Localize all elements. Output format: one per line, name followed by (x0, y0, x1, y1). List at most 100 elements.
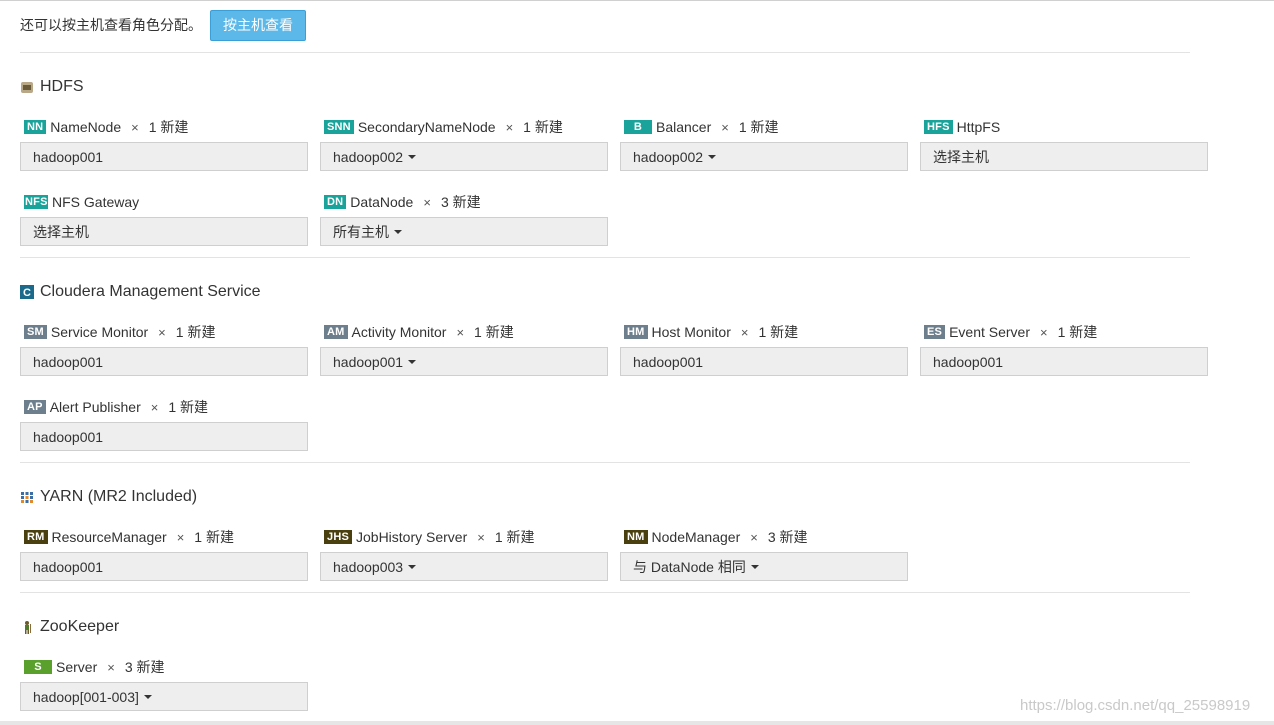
role-service-monitor: SM Service Monitor × 1 新建 (24, 323, 215, 341)
host-value: hadoop003 (333, 558, 404, 575)
host-value: 选择主机 (33, 223, 89, 240)
role-badge: DN (324, 195, 347, 209)
host-selector-datanode[interactable]: 所有主机 (320, 217, 608, 246)
role-count: 1 新建 (494, 529, 535, 545)
role-name: Balancer (656, 119, 712, 135)
host-selector-nfs-gateway[interactable]: 选择主机 (20, 217, 308, 246)
role-count: 3 新建 (440, 194, 481, 210)
role-name: Alert Publisher (49, 399, 141, 415)
remove-role-icon[interactable]: × (477, 530, 485, 545)
host-selector-httpfs[interactable]: 选择主机 (920, 142, 1208, 171)
host-value: hadoop001 (33, 428, 104, 445)
top-border (0, 0, 1274, 1)
bottom-border (0, 721, 1274, 725)
role-name: Host Monitor (651, 324, 731, 340)
role-badge: NN (24, 120, 47, 134)
view-by-host-button[interactable]: 按主机查看 (210, 9, 306, 41)
host-value: hadoop001 (633, 353, 704, 370)
host-selector-service-monitor[interactable]: hadoop001 (20, 347, 308, 376)
role-nodemanager: NM NodeManager × 3 新建 (624, 528, 808, 546)
role-badge: JHS (324, 530, 352, 544)
role-secondarynamenode: SNN SecondaryNameNode × 1 新建 (324, 118, 563, 136)
role-name: Event Server (949, 324, 1031, 340)
caret-down-icon (708, 154, 717, 159)
host-selector-resourcemanager[interactable]: hadoop001 (20, 552, 308, 581)
role-datanode: DN DataNode × 3 新建 (324, 193, 481, 211)
service-title: Cloudera Management Service (40, 283, 261, 300)
role-name: HttpFS (956, 119, 1001, 135)
role-alert-publisher: AP Alert Publisher × 1 新建 (24, 398, 208, 416)
role-name: SecondaryNameNode (357, 119, 496, 135)
remove-role-icon[interactable]: × (131, 120, 139, 135)
role-count: 1 新建 (523, 119, 563, 135)
role-badge: AP (24, 400, 46, 414)
role-balancer: B Balancer × 1 新建 (624, 118, 779, 136)
role-name: NameNode (50, 119, 122, 135)
watermark: https://blog.csdn.net/qq_25598919 (1020, 697, 1251, 714)
host-selector-event-server[interactable]: hadoop001 (920, 347, 1208, 376)
caret-down-icon (408, 359, 417, 364)
host-selector-balancer[interactable]: hadoop002 (620, 142, 908, 171)
divider (20, 592, 1190, 593)
view-by-host-hint: 还可以按主机查看角色分配。 (20, 17, 202, 33)
host-selector-jobhistory-server[interactable]: hadoop003 (320, 552, 608, 581)
host-selector-zookeeper-server[interactable]: hadoop[001-003] (20, 682, 308, 711)
role-badge: SM (24, 325, 47, 339)
role-name: Service Monitor (50, 324, 149, 340)
role-nfs-gateway: NFSG NFS Gateway (24, 193, 139, 211)
caret-down-icon (143, 694, 152, 699)
host-value: hadoop001 (33, 148, 104, 165)
host-selector-alert-publisher[interactable]: hadoop001 (20, 422, 308, 451)
role-name: JobHistory Server (356, 529, 468, 545)
remove-role-icon[interactable]: × (1040, 325, 1048, 340)
service-title: YARN (MR2 Included) (40, 488, 198, 505)
role-count: 1 新建 (194, 529, 234, 545)
caret-down-icon (394, 229, 402, 234)
role-count: 1 新建 (148, 119, 189, 135)
cloudera-icon: C (20, 285, 34, 299)
host-value: 与 DataNode 相同 (633, 558, 746, 575)
host-selector-nodemanager[interactable]: 与 DataNode 相同 (620, 552, 908, 581)
role-count: 1 新建 (738, 119, 779, 135)
role-count: 3 新建 (767, 529, 808, 545)
remove-role-icon[interactable]: × (721, 120, 729, 135)
remove-role-icon[interactable]: × (107, 660, 115, 675)
yarn-icon (20, 490, 34, 504)
host-value: hadoop001 (33, 353, 104, 370)
role-badge: NM (624, 530, 648, 544)
zookeeper-icon (20, 620, 34, 634)
host-value: hadoop002 (333, 148, 404, 165)
hdfs-icon (20, 80, 34, 94)
remove-role-icon[interactable]: × (423, 195, 431, 210)
remove-role-icon[interactable]: × (158, 325, 166, 340)
role-badge: ES (924, 325, 946, 339)
host-value: 选择主机 (933, 148, 989, 165)
caret-down-icon (408, 564, 417, 569)
role-count: 1 新建 (1057, 324, 1098, 340)
role-name: NodeManager (651, 529, 741, 545)
host-value: hadoop[001-003] (33, 688, 139, 705)
host-value: hadoop002 (633, 148, 704, 165)
host-selector-secondarynamenode[interactable]: hadoop002 (320, 142, 608, 171)
service-title: HDFS (40, 78, 84, 95)
role-badge: AM (324, 325, 348, 339)
svg-text:C: C (23, 287, 31, 299)
role-badge: HM (624, 325, 648, 339)
remove-role-icon[interactable]: × (456, 325, 464, 340)
host-selector-namenode[interactable]: hadoop001 (20, 142, 308, 171)
role-name: Activity Monitor (351, 324, 447, 340)
role-badge: NFSG (24, 195, 48, 209)
remove-role-icon[interactable]: × (177, 530, 185, 545)
remove-role-icon[interactable]: × (750, 530, 758, 545)
host-value: hadoop001 (933, 353, 1004, 370)
remove-role-icon[interactable]: × (151, 400, 159, 415)
role-count: 1 新建 (474, 324, 514, 340)
role-badge: SNN (324, 120, 354, 134)
remove-role-icon[interactable]: × (741, 325, 749, 340)
role-activity-monitor: AM Activity Monitor × 1 新建 (324, 323, 514, 341)
service-header-yarn: YARN (MR2 Included) (20, 488, 197, 506)
remove-role-icon[interactable]: × (506, 120, 514, 135)
host-selector-host-monitor[interactable]: hadoop001 (620, 347, 908, 376)
host-selector-activity-monitor[interactable]: hadoop001 (320, 347, 608, 376)
role-zookeeper-server: S Server × 3 新建 (24, 658, 165, 676)
